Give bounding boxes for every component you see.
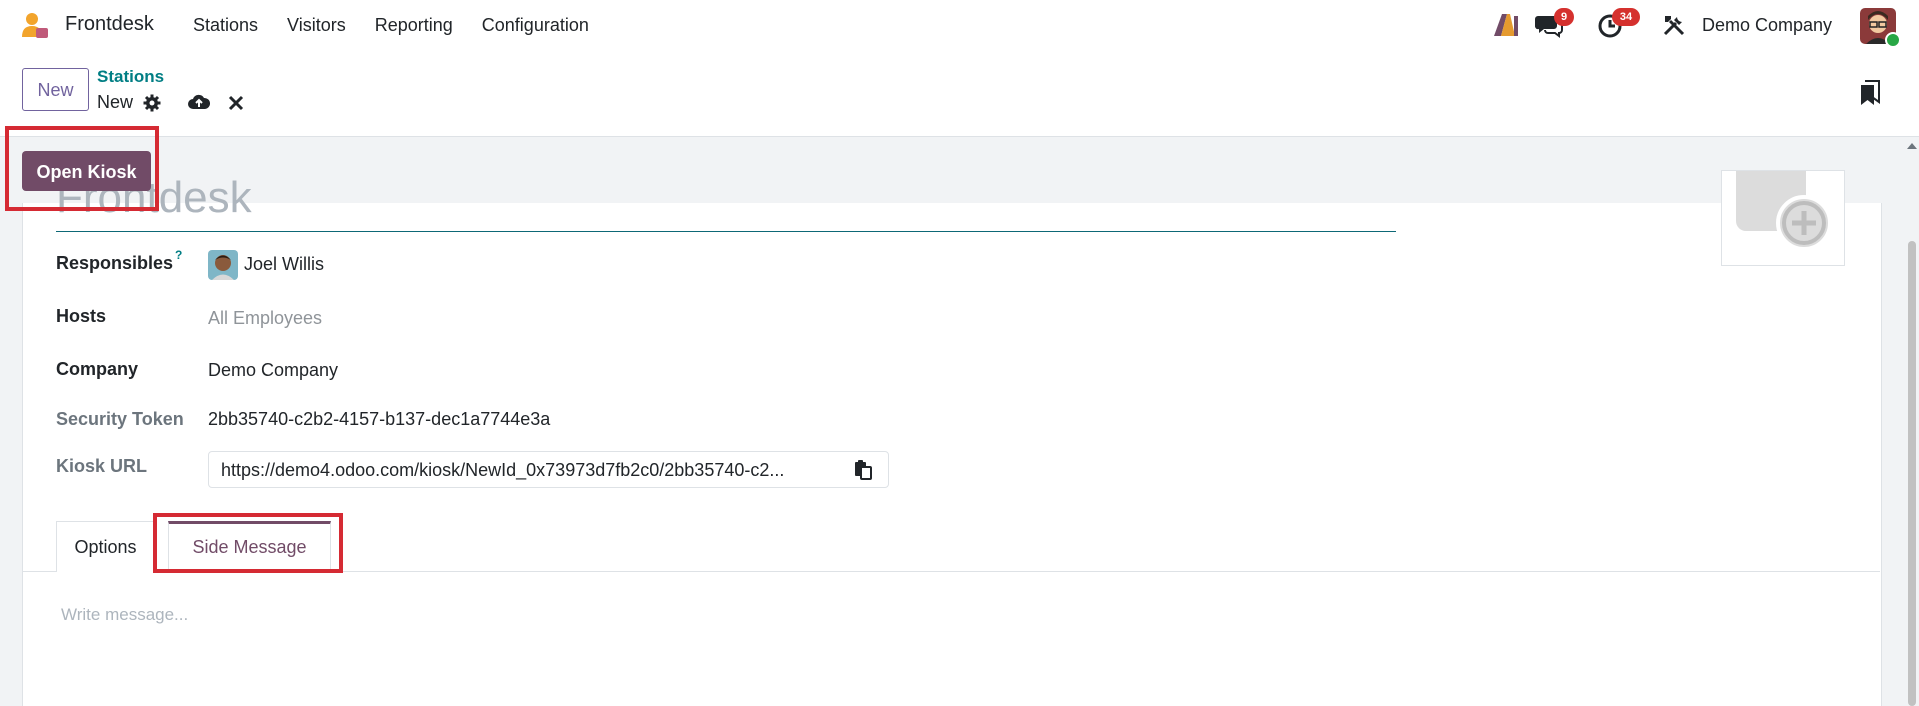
responsibles-label: Responsibles <box>56 253 174 273</box>
menu-configuration[interactable]: Configuration <box>482 15 589 36</box>
menu-visitors[interactable]: Visitors <box>287 15 346 36</box>
menu-stations[interactable]: Stations <box>193 15 258 36</box>
activity-badge: 34 <box>1612 8 1640 26</box>
company-label: Company <box>56 359 139 379</box>
security-token-value: 2bb35740-c2b2-4157-b137-dec1a7744e3a <box>208 409 551 429</box>
app-name[interactable]: Frontdesk <box>65 13 154 36</box>
scroll-up-arrow-icon[interactable] <box>1906 140 1918 152</box>
scrollbar-thumb[interactable] <box>1908 241 1916 706</box>
image-add-icon <box>1736 141 1832 251</box>
ai-icon[interactable] <box>1493 13 1519 37</box>
company-field[interactable]: Demo Company <box>208 360 338 381</box>
image-upload-field[interactable] <box>1721 141 1845 266</box>
hosts-field[interactable]: All Employees <box>208 308 322 329</box>
highlight-open-kiosk <box>5 126 159 211</box>
gear-icon[interactable] <box>143 94 161 112</box>
online-status-dot <box>1885 32 1901 48</box>
responsibles-help-tooltip[interactable]: ? <box>175 248 182 262</box>
copy-icon[interactable] <box>854 460 872 480</box>
hosts-label: Hosts <box>56 306 107 326</box>
tools-icon[interactable] <box>1662 13 1686 37</box>
cloud-upload-icon[interactable] <box>188 93 210 113</box>
highlight-side-message-tab <box>153 513 343 573</box>
side-message-input[interactable]: Write message... <box>61 605 188 625</box>
breadcrumb-stations[interactable]: Stations <box>97 67 164 87</box>
main-menu: Stations Visitors Reporting Configuratio… <box>193 15 618 36</box>
new-button[interactable]: New <box>22 68 89 111</box>
company-switcher[interactable]: Demo Company <box>1702 15 1832 36</box>
station-name-input[interactable]: Frontdesk <box>56 175 1396 232</box>
kiosk-url-field: https://demo4.odoo.com/kiosk/NewId_0x739… <box>208 451 889 488</box>
chat-badge: 9 <box>1554 8 1574 26</box>
close-icon[interactable] <box>228 95 244 111</box>
responsible-avatar <box>208 250 238 280</box>
top-navbar: Frontdesk Stations Visitors Reporting Co… <box>0 0 1919 52</box>
tab-options[interactable]: Options <box>56 521 155 572</box>
control-panel: New Stations New <box>0 52 1919 137</box>
app-logo-icon[interactable] <box>20 11 50 41</box>
menu-reporting[interactable]: Reporting <box>375 15 453 36</box>
breadcrumb-current: New <box>97 92 134 112</box>
responsible-avatar-icon <box>208 250 238 280</box>
bookmark-icon[interactable] <box>1860 80 1880 106</box>
kiosk-url-value: https://demo4.odoo.com/kiosk/NewId_0x739… <box>221 460 785 480</box>
security-token-label: Security Token <box>56 409 184 429</box>
kiosk-url-label: Kiosk URL <box>56 456 148 476</box>
responsible-name[interactable]: Joel Willis <box>244 254 324 275</box>
